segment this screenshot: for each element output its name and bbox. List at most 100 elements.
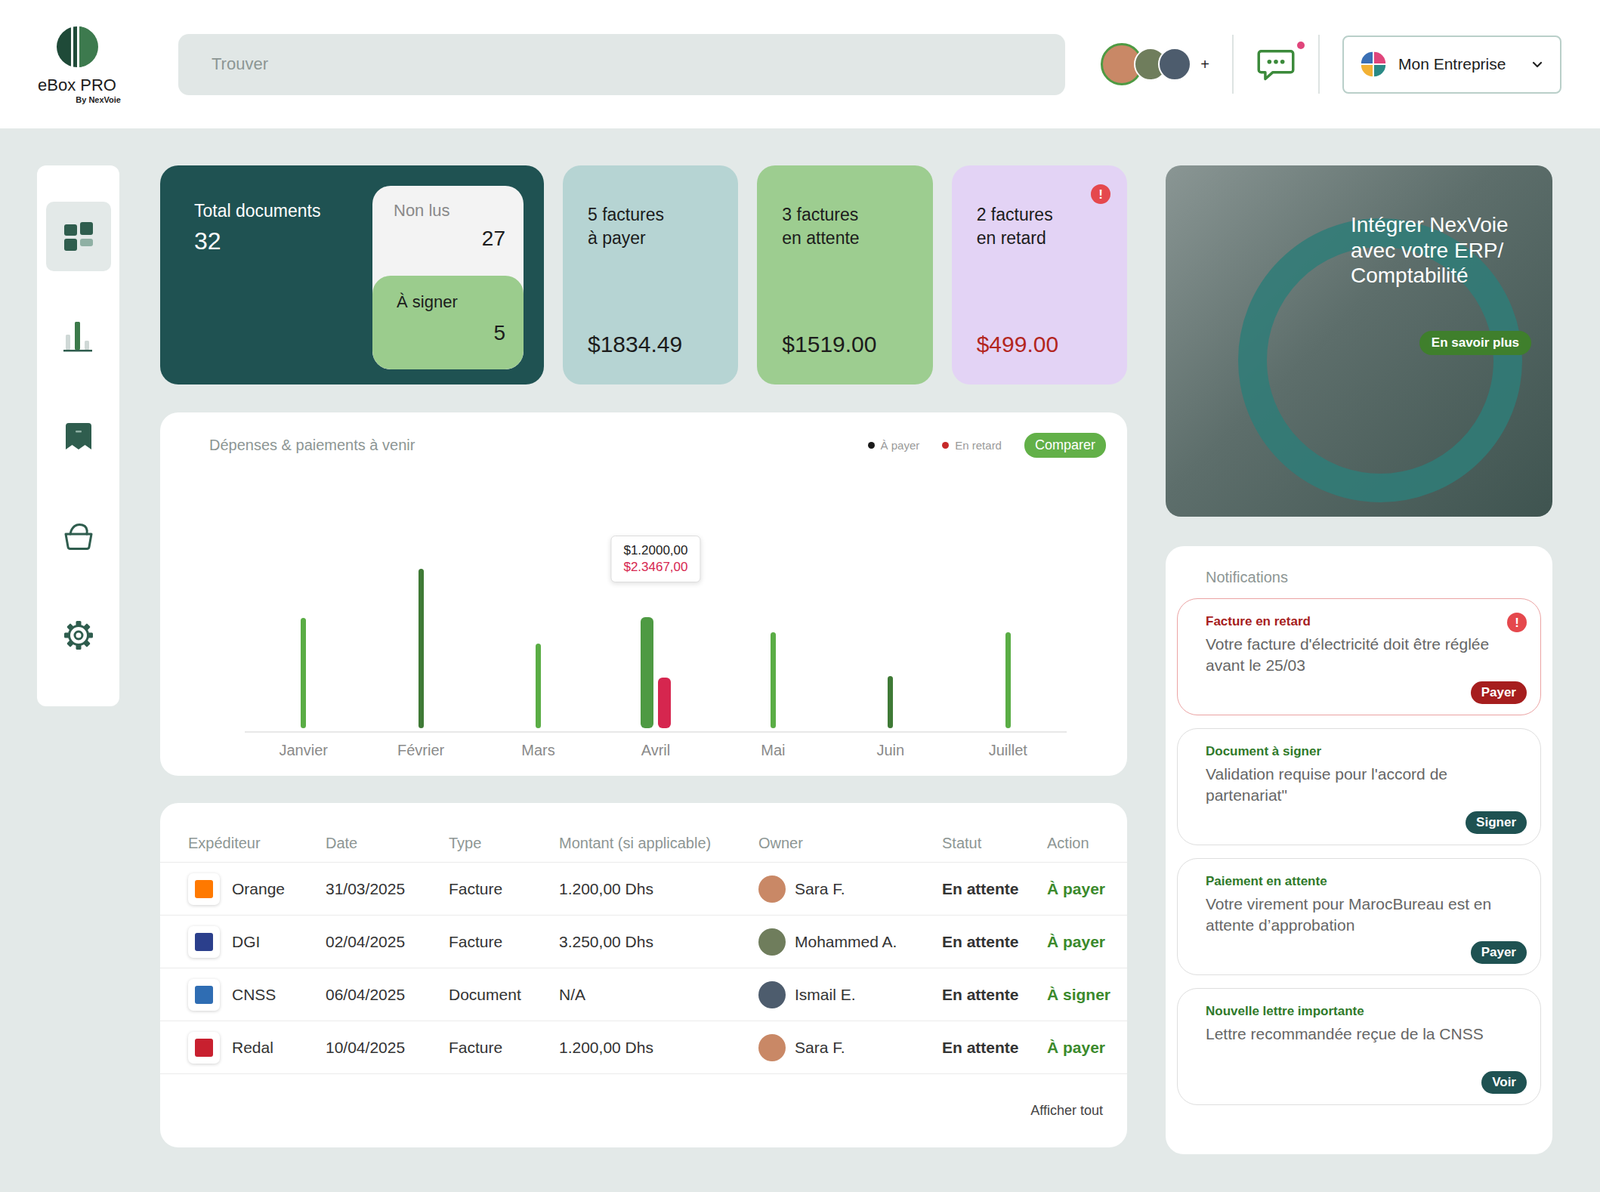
stat-title-line: 5 factures xyxy=(587,203,720,227)
stat-title: 3 facturesen attente xyxy=(781,203,915,251)
late-bar[interactable] xyxy=(657,677,671,729)
chart-tooltip: $1.2000,00$2.3467,00 xyxy=(610,535,701,583)
tooltip-paid: $1.2000,00 xyxy=(623,542,688,560)
notification-item[interactable]: Nouvelle lettre importanteLettre recomma… xyxy=(1176,988,1542,1106)
table-row[interactable]: Orange31/03/2025Facture1.200,00 DhsSara … xyxy=(160,862,1128,916)
team-avatars[interactable]: + xyxy=(1100,43,1210,86)
column-header: Date xyxy=(325,834,449,853)
action-link[interactable]: À payer xyxy=(1047,1038,1122,1057)
action-link[interactable]: À payer xyxy=(1047,932,1122,952)
chat-icon xyxy=(1256,44,1296,84)
chart-card: Dépenses & paiements à venirÀ payerEn re… xyxy=(160,412,1128,776)
paid-bar[interactable] xyxy=(770,632,776,729)
sidebar-item[interactable] xyxy=(46,401,112,471)
to-sign-label: À signer xyxy=(396,292,506,312)
messages-button[interactable] xyxy=(1256,44,1296,84)
notification-button[interactable]: Payer xyxy=(1470,681,1527,705)
sidebar-item[interactable] xyxy=(46,500,112,571)
month-label: Mai xyxy=(714,741,832,760)
total-documents: Total documents32 xyxy=(194,185,321,370)
right-column: Intégrer NexVoieavec votre ERP/Comptabil… xyxy=(1165,165,1553,1155)
brand[interactable]: eBox PROBy NexVoie xyxy=(30,24,124,105)
month-column[interactable]: $1.2000,00$2.3467,00 xyxy=(596,457,714,732)
month-column[interactable] xyxy=(361,457,479,732)
notification-button[interactable]: Signer xyxy=(1465,811,1527,834)
company-selector[interactable]: Mon Entreprise xyxy=(1342,35,1562,94)
action-link[interactable]: À signer xyxy=(1047,985,1122,1004)
paid-bar[interactable] xyxy=(1005,632,1011,729)
sender-name: DGI xyxy=(231,932,260,952)
month-column[interactable] xyxy=(244,457,362,732)
month-column[interactable] xyxy=(714,457,832,732)
total-label: Total documents xyxy=(194,200,321,222)
stat-card[interactable]: 5 facturesà payer$1834.49 xyxy=(562,165,739,385)
learn-more-button[interactable]: En savoir plus xyxy=(1419,330,1532,356)
table-row[interactable]: CNSS06/04/2025DocumentN/AIsmail E.En att… xyxy=(160,968,1128,1022)
sender-name: Orange xyxy=(231,880,285,899)
paid-bar[interactable] xyxy=(887,676,893,729)
inbox-icon xyxy=(60,417,97,455)
notification-text: Votre virement pour MarocBureau est en a… xyxy=(1205,893,1527,937)
stat-title: 5 facturesà payer xyxy=(587,203,720,251)
table-row[interactable]: Redal10/04/2025Facture1.200,00 DhsSara F… xyxy=(160,1021,1128,1075)
action-link[interactable]: À payer xyxy=(1047,880,1122,899)
amount-cell: 3.250,00 Dhs xyxy=(559,932,759,952)
owner-cell: Sara F. xyxy=(758,875,943,903)
sender-logo xyxy=(188,979,220,1011)
paid-bar[interactable] xyxy=(535,643,541,729)
team-avatar[interactable] xyxy=(1158,47,1192,81)
stats-row: Total documents32 Non lus27À signer5 5 fac… xyxy=(160,165,1128,385)
type-cell: Facture xyxy=(448,932,560,952)
unread-label: Non lus xyxy=(393,200,506,221)
paid-bar[interactable] xyxy=(300,617,306,729)
show-all-link[interactable]: Afficher tout xyxy=(1030,1102,1103,1119)
month-column[interactable] xyxy=(949,457,1067,732)
stat-card[interactable]: 2 facturesen retard$499.00! xyxy=(951,165,1128,385)
status-cell: En attente xyxy=(942,880,1048,899)
notification-title: Document à signer xyxy=(1205,744,1527,760)
sender-logo-icon xyxy=(194,1038,214,1057)
notifications-title: Notifications xyxy=(1176,568,1542,587)
alert-icon: ! xyxy=(1507,612,1527,633)
paid-bar[interactable] xyxy=(418,568,424,729)
compare-button[interactable]: Comparer xyxy=(1024,432,1106,458)
to-sign-box[interactable]: À signer5 xyxy=(372,275,524,370)
sender-cell: Orange xyxy=(188,873,326,906)
paid-bar[interactable] xyxy=(640,617,654,729)
stat-card[interactable]: 3 facturesen attente$1519.00 xyxy=(756,165,933,385)
table-row[interactable]: DGI02/04/2025Facture3.250,00 DhsMohammed… xyxy=(160,915,1128,969)
stat-title-line: en attente xyxy=(781,226,915,251)
notification-item[interactable]: Document à signerValidation requise pour… xyxy=(1176,728,1542,846)
promo-title-line: avec votre ERP/ xyxy=(1350,237,1532,264)
more-members[interactable]: + xyxy=(1200,55,1210,74)
notification-button[interactable]: Voir xyxy=(1481,1071,1527,1094)
promo-title: Intégrer NexVoieavec votre ERP/Comptabil… xyxy=(1350,212,1532,289)
owner-name: Mohammed A. xyxy=(794,932,897,952)
unread-box[interactable]: Non lus27 xyxy=(372,185,524,276)
owner-cell: Sara F. xyxy=(758,1034,943,1062)
column-header: Owner xyxy=(758,834,943,853)
logo-icon xyxy=(54,24,100,70)
legend-item: En retard xyxy=(942,438,1002,452)
sidebar-item[interactable] xyxy=(46,301,112,371)
stat-title-line: à payer xyxy=(587,226,720,251)
sidebar-item[interactable] xyxy=(46,201,112,272)
app: eBox PROBy NexVoie + Mon Entreprise Total d… xyxy=(0,0,1600,1192)
notification-item[interactable]: Paiement en attenteVotre virement pour M… xyxy=(1176,858,1542,976)
gear-icon xyxy=(60,617,97,654)
month-column[interactable] xyxy=(479,457,597,732)
notification-button[interactable]: Payer xyxy=(1470,941,1527,964)
summary-card[interactable]: Total documents32 Non lus27À signer5 xyxy=(160,165,544,385)
promo-banner[interactable]: Intégrer NexVoieavec votre ERP/Comptabil… xyxy=(1165,165,1553,517)
chart-header: Dépenses & paiements à venirÀ payerEn re… xyxy=(209,432,1106,458)
legend-label: En retard xyxy=(954,438,1002,452)
sender-name: Redal xyxy=(231,1038,274,1057)
sidebar-item[interactable] xyxy=(46,600,112,671)
chart-tools: À payerEn retardComparer xyxy=(867,432,1106,458)
month-column[interactable] xyxy=(831,457,949,732)
sender-cell: CNSS xyxy=(188,979,326,1011)
notification-item[interactable]: Facture en retardVotre facture d'électri… xyxy=(1176,598,1542,716)
month-label: Janvier xyxy=(244,741,362,760)
search-input[interactable] xyxy=(210,53,1034,75)
column-header: Statut xyxy=(942,834,1048,853)
